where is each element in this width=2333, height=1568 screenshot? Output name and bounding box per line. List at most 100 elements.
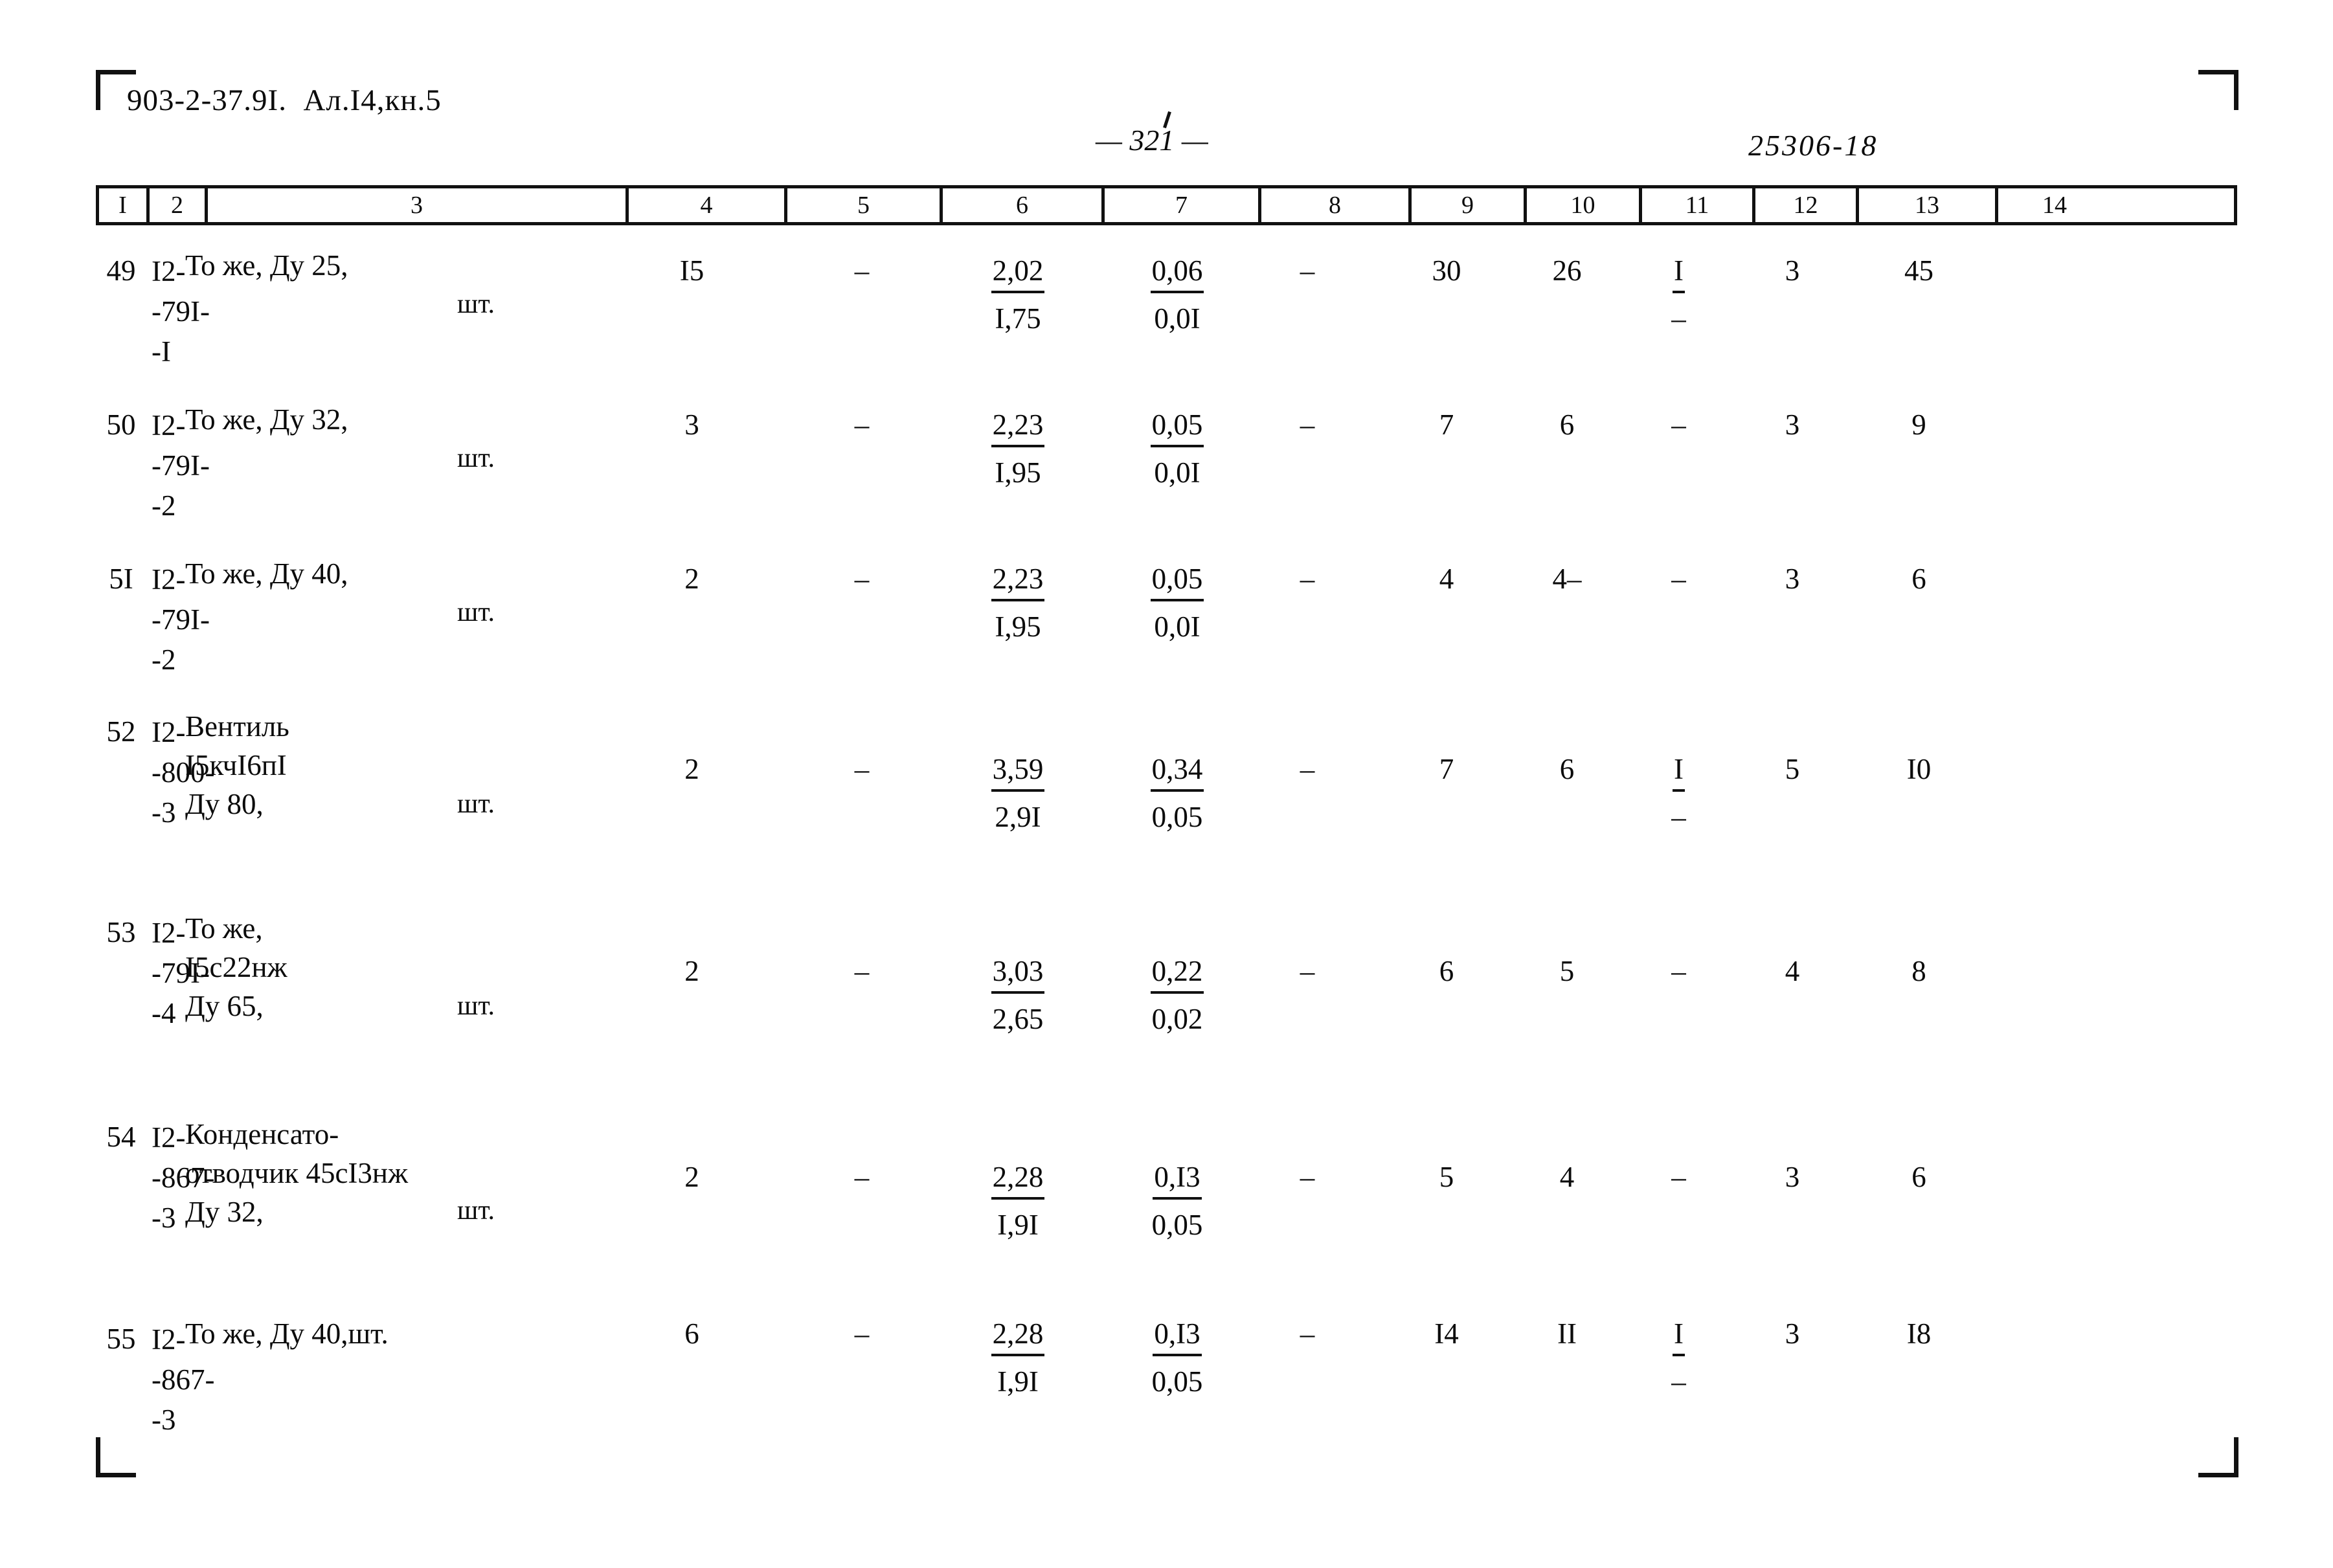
row-item-name: Вентиль I5кчI6пI Ду 80,	[185, 707, 684, 823]
item-name-line: То же, Ду 40,шт.	[185, 1317, 389, 1350]
col7-denominator: 0,05	[1151, 1365, 1203, 1398]
row-col6-fraction: 2,23 I,95	[937, 405, 1099, 492]
row-col12-value: 3	[1785, 1317, 1800, 1350]
col7-denominator: 0,05	[1151, 1209, 1203, 1241]
col6-numerator: 2,02	[991, 251, 1045, 293]
row-col13-value: 6	[1911, 563, 1926, 595]
row-quantity: I5	[679, 254, 704, 287]
row-col8-value: –	[1300, 409, 1315, 441]
row-position-number: 49	[106, 254, 136, 287]
item-name-line: Ду 65,	[185, 990, 264, 1022]
row-quantity: 2	[684, 753, 699, 785]
row-col12-value: 3	[1785, 563, 1800, 595]
row-item-name: То же, Ду 40,шт.	[185, 1314, 684, 1353]
corner-mark-top-right	[2198, 70, 2238, 110]
row-col10-value: 26	[1552, 254, 1582, 287]
row-col8-value: –	[1300, 254, 1315, 287]
row-position-number: 54	[106, 1121, 136, 1153]
row-col5-value: –	[854, 955, 870, 987]
col6-denominator: I,95	[995, 456, 1041, 489]
row-col8-value: –	[1300, 1317, 1315, 1350]
row-item-name: То же, Ду 40,	[185, 554, 684, 593]
row-col6-fraction: 2,02 I,75	[937, 251, 1099, 338]
column-header-14: 14	[2042, 192, 2067, 219]
row-col9-value: 30	[1432, 254, 1461, 287]
row-col12-value: 3	[1785, 254, 1800, 287]
row-position-number: 5I	[109, 563, 133, 595]
row-col11-value: –	[1671, 409, 1686, 441]
row-col6-fraction: 3,59 2,9I	[937, 750, 1099, 836]
column-header-5: 5	[787, 188, 943, 222]
row-col12-value: 5	[1785, 753, 1800, 785]
row-quantity: 2	[684, 1161, 699, 1193]
col7-numerator: 0,05	[1150, 559, 1204, 601]
row-col6-fraction: 3,03 2,65	[937, 952, 1099, 1038]
item-name-line: Конденсато-	[185, 1118, 339, 1150]
row-col5-value: –	[854, 753, 870, 785]
row-position-number: 55	[106, 1323, 136, 1355]
col6-numerator: 2,28	[991, 1314, 1045, 1356]
item-name-line: Ду 32,	[185, 1196, 264, 1228]
col7-numerator: 0,22	[1150, 952, 1204, 994]
document-header-code: 903-2-37.9I. Ал.I4,кн.5	[127, 84, 442, 117]
row-unit-of-measure: шт.	[457, 289, 495, 319]
column-header-8: 8	[1261, 188, 1412, 222]
row-position-number: 52	[106, 715, 136, 748]
table-column-header-strip: I 2 3 4 5 6 7 8 9 10 11 12 13 14	[96, 185, 2237, 225]
column-header-6: 6	[943, 188, 1105, 222]
row-col6-fraction: 2,28 I,9I	[937, 1158, 1099, 1244]
col6-numerator: 2,23	[991, 559, 1045, 601]
item-name-line: Ду 80,	[185, 788, 264, 820]
row-col13-value: 8	[1911, 955, 1926, 987]
col6-denominator: 2,9I	[995, 801, 1041, 833]
column-header-9: 9	[1412, 188, 1527, 222]
row-col13-value: I0	[1906, 753, 1932, 785]
row-col6-fraction: 2,28 I,9I	[937, 1314, 1099, 1401]
item-name-line: Вентиль	[185, 710, 289, 743]
row-position-number: 50	[106, 409, 136, 441]
col6-denominator: I,95	[995, 610, 1041, 643]
drawing-code-line: -867-	[152, 1363, 215, 1396]
row-col11-value: –	[1671, 955, 1686, 987]
row-position-number: 53	[106, 916, 136, 948]
col7-denominator: 0,05	[1151, 801, 1203, 833]
row-col10-value: 6	[1559, 753, 1575, 785]
column-header-11: 11	[1642, 188, 1755, 222]
col11-numerator: I	[1673, 750, 1685, 792]
column-header-7: 7	[1105, 188, 1261, 222]
col11-denominator: –	[1671, 1365, 1686, 1398]
row-quantity: 2	[684, 955, 699, 987]
item-name-line: отводчик 45сI3нж	[185, 1157, 409, 1189]
item-name-line: То же,	[185, 912, 263, 945]
item-name-line: То же, Ду 32,	[185, 403, 348, 436]
row-col5-value: –	[854, 563, 870, 595]
row-col11-value: –	[1671, 1161, 1686, 1193]
row-col9-value: I4	[1434, 1317, 1459, 1350]
col6-denominator: I,9I	[997, 1209, 1039, 1241]
row-col12-value: 4	[1785, 955, 1800, 987]
row-col5-value: –	[854, 409, 870, 441]
row-col13-value: 9	[1911, 409, 1926, 441]
col6-numerator: 3,03	[991, 952, 1045, 994]
row-col9-value: 4	[1439, 563, 1454, 595]
row-col9-value: 5	[1439, 1161, 1454, 1193]
row-col13-value: I8	[1906, 1317, 1932, 1350]
row-unit-of-measure: шт.	[457, 1196, 495, 1226]
col7-denominator: 0,02	[1151, 1003, 1203, 1035]
row-col10-value: 6	[1559, 409, 1575, 441]
row-col5-value: –	[854, 1317, 870, 1350]
row-quantity: 2	[684, 563, 699, 595]
col11-denominator: –	[1671, 302, 1686, 335]
col6-denominator: I,9I	[997, 1365, 1039, 1398]
archive-stamp-number: 25306-18	[1748, 129, 1878, 162]
col6-numerator: 2,23	[991, 405, 1045, 447]
drawing-code-line: -2	[152, 489, 176, 522]
row-col10-value: 4–	[1552, 563, 1582, 595]
col7-numerator: 0,34	[1150, 750, 1204, 792]
item-name-line: I5с22нж	[185, 951, 287, 983]
col7-numerator: 0,I3	[1153, 1314, 1202, 1356]
page-number: — 321 —	[1096, 124, 1208, 157]
column-header-12: 12	[1755, 188, 1859, 222]
row-col9-value: 7	[1439, 753, 1454, 785]
row-unit-of-measure: шт.	[457, 991, 495, 1021]
